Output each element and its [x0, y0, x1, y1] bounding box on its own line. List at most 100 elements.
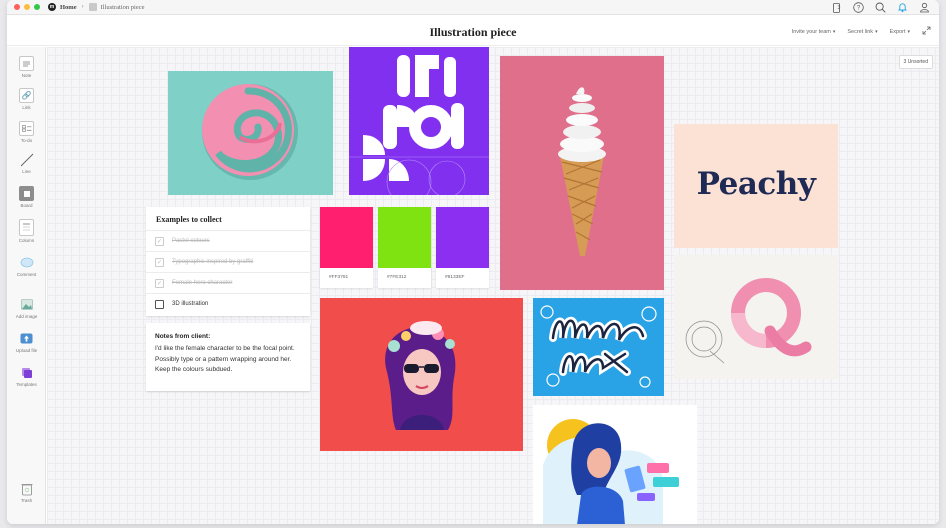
chrome-actions: 3 ? [830, 1, 931, 14]
tool-label: Add image [15, 314, 38, 319]
help-button[interactable]: ? [852, 1, 865, 14]
tool-column[interactable]: Column [7, 219, 46, 243]
checkbox-checked[interactable]: ✓ [155, 278, 164, 288]
comment-icon [19, 255, 34, 270]
device-count: 3 [837, 4, 841, 11]
image-card-character[interactable] [320, 298, 523, 451]
upload-icon [19, 331, 34, 346]
todo-item[interactable]: ✓ Typographic inspired by graffiti [146, 251, 310, 272]
tool-line[interactable]: Line [7, 152, 46, 174]
minimize-window-button[interactable] [24, 4, 30, 10]
chevron-down-icon: ▾ [907, 28, 910, 35]
tool-link[interactable]: 🔗 Link [7, 88, 46, 110]
board-canvas[interactable]: 3 Unsorted Peachy Examples to collect ✓ … [47, 47, 939, 524]
phone-user-illustration [543, 419, 679, 524]
note-icon [19, 56, 34, 71]
image-card-typography[interactable] [349, 47, 489, 195]
link-icon: 🔗 [19, 88, 34, 103]
invite-team-label: Invite your team [791, 28, 831, 35]
todo-item-text: 3D illustration [172, 301, 209, 307]
search-button[interactable] [874, 1, 887, 14]
milanote-logo-icon[interactable]: m [48, 3, 56, 11]
note-body: I'd like the female character to be the … [155, 345, 295, 373]
checkbox-unchecked[interactable] [155, 299, 164, 309]
column-icon [19, 219, 34, 236]
todo-item[interactable]: ✓ Female hero character [146, 272, 310, 293]
trash-icon [19, 481, 34, 496]
tool-upload-file[interactable]: Upload file [7, 331, 46, 353]
note-card[interactable]: Notes from client: I'd like the female c… [146, 323, 310, 391]
color-swatch-pink[interactable]: #FF3781 [320, 207, 373, 288]
expand-icon [922, 26, 931, 35]
tool-label: Note [21, 73, 32, 78]
swatch-hex-label: #FF3781 [320, 268, 373, 288]
todo-card[interactable]: Examples to collect ✓ Pastel colours ✓ T… [146, 207, 310, 316]
trash-button[interactable]: Trash [7, 481, 46, 503]
invite-team-button[interactable]: Invite your team ▾ [792, 29, 836, 35]
templates-icon [19, 365, 34, 380]
devices-button[interactable]: 3 [830, 1, 843, 14]
mix-lettering-illustration [540, 305, 657, 388]
notifications-button[interactable] [896, 1, 909, 14]
swirl-illustration [202, 84, 298, 180]
tool-add-image[interactable]: Add image [7, 297, 46, 319]
search-icon [875, 2, 886, 13]
todo-title[interactable]: Examples to collect [146, 207, 310, 230]
tool-label: Board [20, 203, 33, 208]
secret-link-label: Secret link [847, 28, 874, 35]
tool-label: Column [18, 238, 35, 243]
chevron-down-icon: ▾ [832, 28, 836, 35]
tool-note[interactable]: Note [7, 56, 46, 78]
swatch-hex-label: #7FE312 [378, 268, 431, 288]
color-swatch-purple[interactable]: #9133EF [436, 207, 489, 288]
todo-item[interactable]: ✓ Pastel colours [146, 230, 310, 251]
maximize-window-button[interactable] [34, 4, 40, 10]
unsorted-button[interactable]: 3 Unsorted [898, 55, 933, 69]
swatch-hex-label: #9133EF [436, 268, 489, 288]
chevron-down-icon: ▾ [875, 28, 878, 35]
export-label: Export [889, 28, 906, 35]
tool-templates[interactable]: Templates [7, 365, 46, 387]
image-card-peachy[interactable]: Peachy [674, 124, 838, 248]
image-card-phone-user[interactable] [533, 405, 697, 524]
secret-link-button[interactable]: Secret link ▾ [847, 29, 877, 35]
peachy-wordmark: Peachy [696, 166, 816, 202]
color-swatch-green[interactable]: #7FE312 [378, 207, 431, 288]
image-card-lettering[interactable] [533, 298, 664, 396]
checkbox-checked[interactable]: ✓ [155, 236, 164, 246]
bell-icon [898, 3, 907, 13]
todo-item[interactable]: 3D illustration [146, 293, 310, 314]
tool-label: Comment [16, 272, 37, 277]
ice-cream-illustration [558, 87, 606, 256]
image-card-letter-q[interactable] [674, 255, 838, 379]
export-button[interactable]: Export ▾ [890, 29, 910, 35]
help-icon: ? [853, 2, 864, 13]
note-title: Notes from client: [155, 333, 211, 340]
fullscreen-button[interactable] [922, 26, 931, 37]
board-icon [19, 186, 34, 201]
user-icon [920, 2, 929, 13]
breadcrumb-separator: › [81, 4, 84, 10]
checkbox-checked[interactable]: ✓ [155, 257, 164, 267]
breadcrumb-home[interactable]: Home [60, 4, 77, 11]
tool-todo[interactable]: To-do [7, 121, 46, 143]
image-card-ice-cream[interactable] [500, 56, 664, 290]
account-button[interactable] [918, 1, 931, 14]
app-window: m Home › Illustration piece 3 ? Illustra… [7, 0, 939, 524]
breadcrumb-current[interactable]: Illustration piece [101, 4, 145, 11]
header-actions: Invite your team ▾ Secret link ▾ Export ▾ [792, 26, 931, 37]
image-icon [19, 297, 34, 312]
tool-label: Trash [20, 498, 33, 503]
letter-q-illustration [685, 278, 812, 364]
todo-icon [19, 121, 34, 136]
tool-label: Templates [16, 382, 37, 387]
todo-item-text: Typographic inspired by graffiti [172, 259, 254, 265]
tool-label: Link [22, 105, 31, 110]
image-card-swirl[interactable] [168, 71, 333, 195]
close-window-button[interactable] [14, 4, 20, 10]
tool-board[interactable]: Board [7, 186, 46, 208]
tool-sidebar: Note 🔗 Link To-do Line Board Column Comm… [7, 47, 46, 524]
tool-label: Upload file [15, 348, 38, 353]
tool-comment[interactable]: Comment [7, 255, 46, 277]
board-icon [88, 3, 97, 11]
